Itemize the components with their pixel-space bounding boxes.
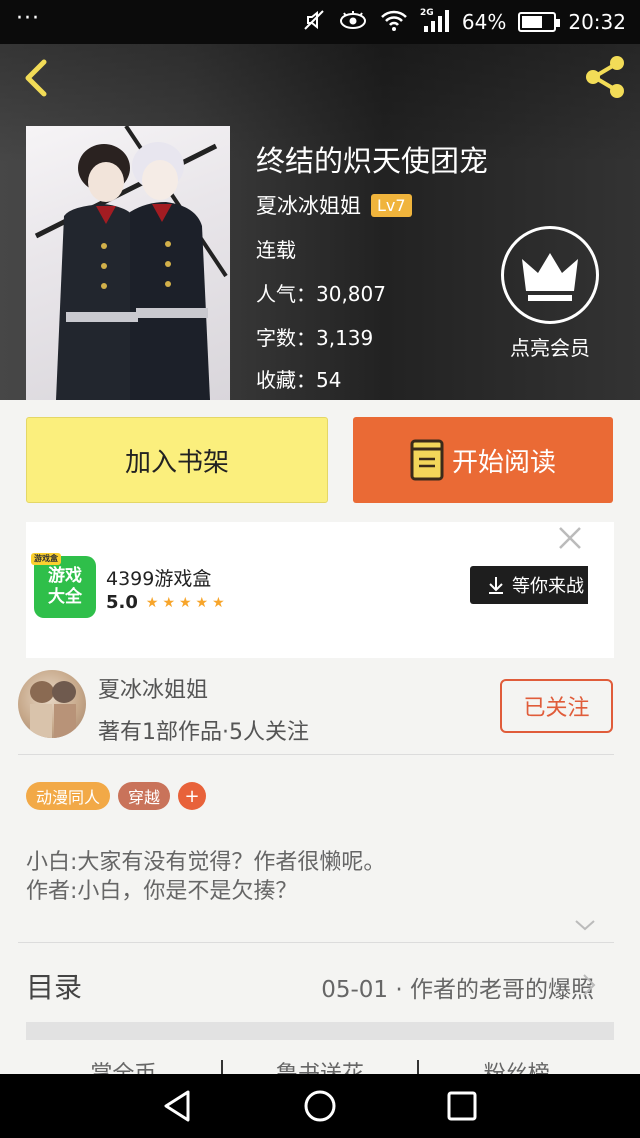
ad-cta-button[interactable]: 等你来战 <box>470 566 588 604</box>
signal-label: 2G <box>420 8 434 18</box>
ad-rating: 5.0 ★★★★★ <box>106 592 229 613</box>
start-reading-button[interactable]: 开始阅读 <box>353 417 613 503</box>
add-tag-button[interactable]: + <box>178 782 207 810</box>
battery-level <box>522 16 542 28</box>
tag-list: 动漫同人 穿越 + <box>26 782 207 810</box>
share-icon <box>586 56 624 98</box>
ad-rating-value: 5.0 <box>106 592 138 613</box>
share-button[interactable] <box>582 54 628 100</box>
tag-animation-fanfic[interactable]: 动漫同人 <box>26 782 111 810</box>
toc-arrow[interactable] <box>581 972 597 998</box>
book-cover[interactable] <box>26 126 230 400</box>
download-icon <box>489 577 503 594</box>
word-count: 字数：3,139 <box>256 326 374 350</box>
status-bar: ··· 2G 64% 20:32 <box>0 0 640 44</box>
book-header: 终结的炽天使团宠 夏冰冰姐姐 Lv7 连载 人气：30,807 字数：3,139… <box>0 44 640 400</box>
follow-button[interactable]: 已关注 <box>500 679 613 733</box>
wifi-icon <box>380 9 408 36</box>
notification-dots: ··· <box>16 6 40 31</box>
status-icons: 2G 64% 20:32 <box>302 0 626 44</box>
mute-icon <box>302 8 326 37</box>
chevron-left-icon <box>25 59 47 97</box>
logo-tag: 游戏盒 <box>31 553 61 565</box>
eye-icon <box>338 9 368 36</box>
ad-app-name: 4399游戏盒 <box>106 568 212 590</box>
nav-recents-button[interactable] <box>444 1088 480 1124</box>
book-title: 终结的炽天使团宠 <box>256 144 489 178</box>
logo-text-1: 游戏 <box>48 566 82 586</box>
tag-time-travel[interactable]: 穿越 <box>118 782 171 810</box>
popularity: 人气：30,807 <box>256 282 386 306</box>
divider <box>18 942 614 943</box>
nav-back-button[interactable] <box>160 1088 196 1124</box>
app-logo: 游戏盒 游戏 大全 <box>31 553 96 618</box>
nav-home-button[interactable] <box>302 1088 338 1124</box>
author-row[interactable]: 夏冰冰姐姐 Lv7 <box>256 190 412 220</box>
bottom-tabs: 掌全币 鲁书送花 粉丝榜 <box>26 1060 614 1074</box>
summary-line-1: 小白:大家有没有觉得？作者很懒呢。 <box>26 850 386 875</box>
level-badge: Lv7 <box>371 193 412 217</box>
cellular-signal-icon: 2G <box>420 6 450 39</box>
author-avatar[interactable] <box>18 670 86 738</box>
vip-button[interactable] <box>501 226 599 324</box>
section-separator <box>26 1022 614 1040</box>
back-button[interactable] <box>16 56 56 100</box>
toc-label[interactable]: 目录 <box>26 966 82 1006</box>
favorites-count: 收藏：54 <box>256 368 342 392</box>
book-icon <box>410 439 444 481</box>
summary-line-2: 作者:小白，你是不是欠揍？ <box>26 879 298 904</box>
author-card-info: 著有1部作品·5人关注 <box>98 720 309 745</box>
author-name[interactable]: 夏冰冰姐姐 <box>256 190 361 220</box>
vip-label[interactable]: 点亮会员 <box>486 332 614 361</box>
serial-status: 连载 <box>256 238 296 262</box>
add-to-shelf-button[interactable]: 加入书架 <box>26 417 328 503</box>
battery-percent: 64% <box>461 10 507 34</box>
toc-latest-chapter[interactable]: 05-01 · 作者的老哥的爆照 <box>321 970 594 1004</box>
clock: 20:32 <box>568 10 626 34</box>
tab-coins[interactable]: 掌全币 <box>26 1060 223 1074</box>
recents-square-icon <box>447 1091 477 1121</box>
logo-text-2: 大全 <box>48 587 82 607</box>
battery-icon <box>518 12 561 32</box>
tab-fan-ranking[interactable]: 粉丝榜 <box>419 1060 614 1074</box>
chevron-down-icon <box>575 920 595 931</box>
tab-send-flowers[interactable]: 鲁书送花 <box>223 1060 420 1074</box>
expand-summary-button[interactable] <box>572 916 598 934</box>
ad-banner[interactable]: 游戏盒 游戏 大全 4399游戏盒 5.0 ★★★★★ 等你来战 <box>26 522 614 658</box>
system-nav-bar <box>0 1074 640 1138</box>
star-rating-icon: ★★★★★ <box>145 594 229 611</box>
book-summary: 小白:大家有没有觉得？作者很懒呢。 作者:小白，你是不是欠揍？ <box>26 848 385 906</box>
back-triangle-icon <box>164 1090 190 1122</box>
chevron-right-icon <box>583 974 596 996</box>
author-card-name[interactable]: 夏冰冰姐姐 <box>98 672 208 704</box>
avatar-illustration <box>30 681 76 738</box>
ad-cta-label: 等你来战 <box>512 576 584 597</box>
crown-icon <box>522 253 578 301</box>
divider <box>18 754 614 755</box>
start-reading-label: 开始阅读 <box>451 447 556 478</box>
ad-close-button[interactable] <box>556 524 584 552</box>
close-icon <box>559 527 581 549</box>
cover-illustration <box>34 126 228 400</box>
add-to-shelf-label: 加入书架 <box>124 447 229 478</box>
home-circle-icon <box>304 1090 336 1122</box>
